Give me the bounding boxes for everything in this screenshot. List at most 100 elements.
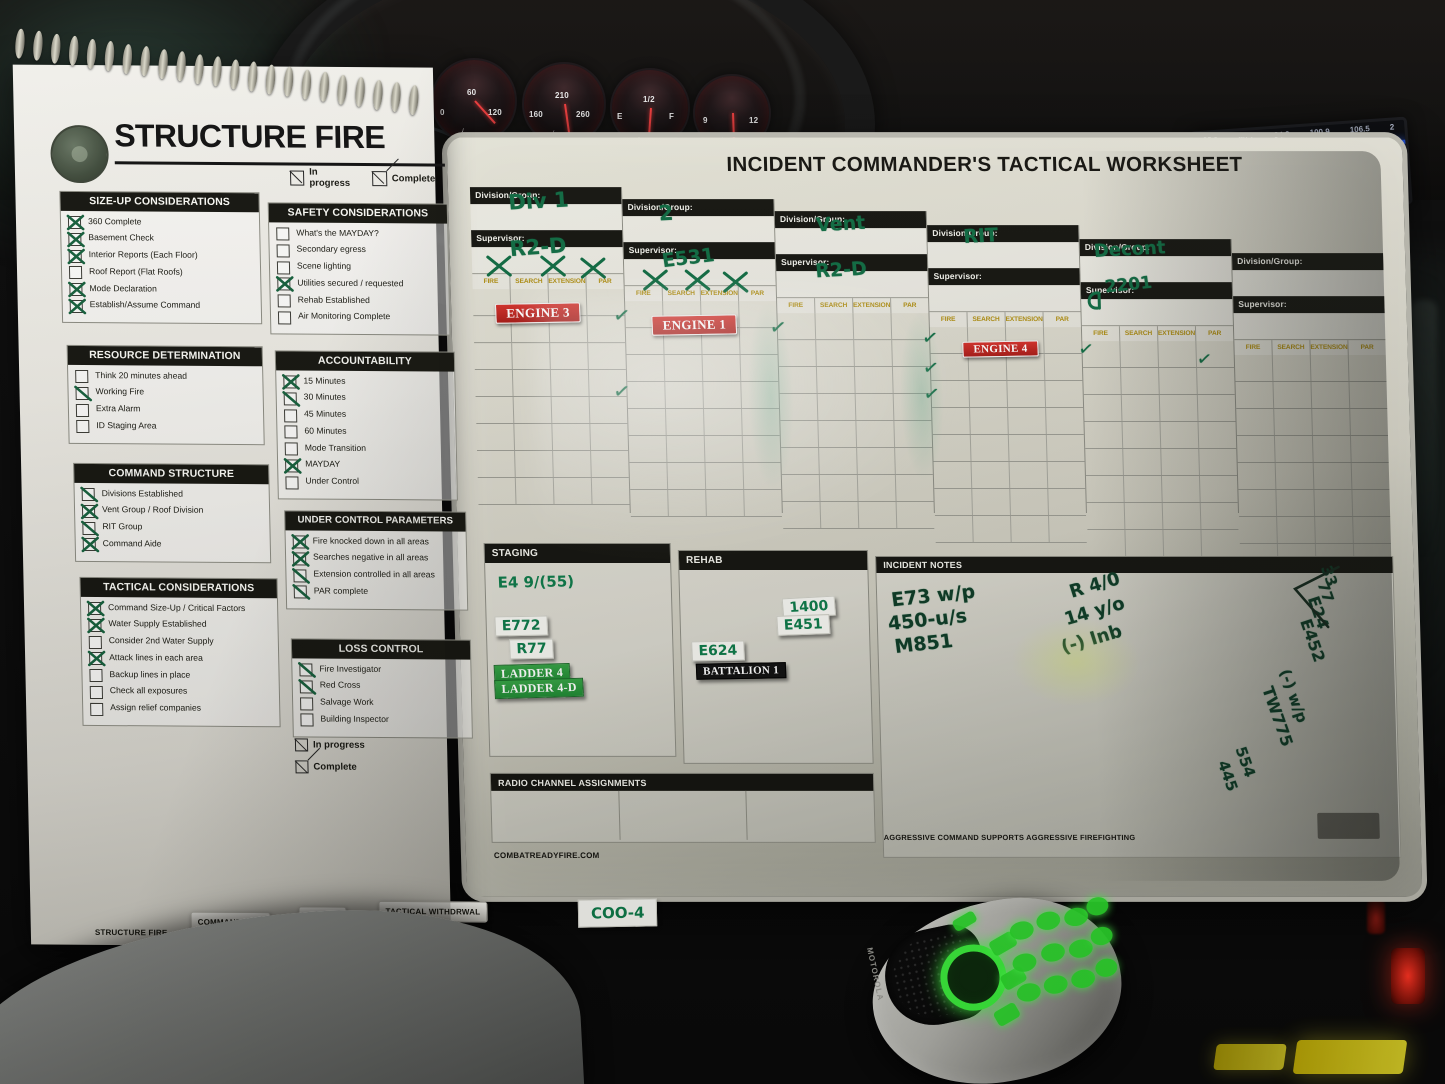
checkbox-icon[interactable] (281, 374, 300, 390)
checkbox-icon[interactable] (80, 520, 99, 536)
division-value-2[interactable] (622, 216, 775, 243)
checkbox-icon[interactable] (89, 669, 103, 683)
checklist-item[interactable]: Assign relief companies (90, 702, 273, 717)
supervisor-value-4[interactable] (928, 285, 1081, 312)
checklist-item[interactable]: ID Staging Area (76, 420, 257, 435)
checklist-item[interactable]: Rehab Established (277, 294, 443, 309)
checkbox-icon[interactable] (276, 227, 290, 241)
division-column-4[interactable]: Division/Group: Supervisor: FIRE SEARCH … (927, 225, 1087, 543)
checkbox-icon[interactable] (291, 534, 310, 550)
checkbox-icon[interactable] (68, 298, 87, 315)
checkbox-icon[interactable] (88, 635, 102, 649)
checklist-item[interactable]: Utilities secured / requested (275, 276, 442, 293)
checkbox-icon[interactable] (74, 385, 93, 402)
checklist-item[interactable]: Roof Report (Flat Roofs) (68, 266, 254, 281)
checklist-item[interactable]: Salvage Work (300, 696, 465, 711)
rehab-magnet-battalion-1[interactable]: BATTALION 1 (695, 662, 787, 680)
checkbox-icon[interactable] (89, 685, 104, 700)
checkbox-icon[interactable] (292, 567, 310, 584)
checkbox-icon[interactable] (300, 696, 314, 711)
checklist-item[interactable]: 15 Minutes (281, 374, 448, 390)
radio-channel-panel[interactable]: RADIO CHANNEL ASSIGNMENTS (489, 772, 876, 843)
division-column-6[interactable]: Division/Group: Supervisor: FIRE SEARCH … (1231, 253, 1392, 571)
checkbox-icon[interactable] (277, 294, 291, 308)
tactical-worksheet-board[interactable]: INCIDENT COMMANDER'S TACTICAL WORKSHEET … (441, 132, 1428, 902)
rehab-magnet-e451[interactable]: E451 (776, 614, 831, 636)
checklist-item[interactable]: Divisions Established (80, 486, 263, 503)
division-value-6[interactable] (1232, 270, 1385, 297)
checklist-item[interactable]: 60 Minutes (284, 425, 449, 440)
checklist-item[interactable]: Searches negative in all areas (291, 550, 460, 567)
checkbox-icon[interactable] (283, 408, 298, 423)
checklist-item[interactable]: PAR complete (292, 584, 461, 601)
radio-channel-cell[interactable] (747, 791, 875, 840)
checklist-item[interactable]: Fire knocked down in all areas (291, 534, 460, 550)
checklist-item[interactable]: Fire Investigator (298, 662, 464, 678)
checkbox-icon[interactable] (66, 214, 85, 231)
checkbox-icon[interactable] (66, 231, 85, 248)
division-rows-6[interactable] (1234, 355, 1392, 571)
checkbox-icon[interactable] (298, 662, 316, 678)
checkbox-icon[interactable] (67, 281, 86, 298)
checkbox-icon[interactable] (76, 420, 90, 434)
checkbox-icon[interactable] (300, 713, 314, 727)
radio-channel-cell[interactable] (491, 790, 621, 840)
supervisor-value-3[interactable] (776, 271, 929, 298)
checkbox-icon[interactable] (291, 550, 310, 567)
checklist-item[interactable]: Command Aide (81, 537, 264, 553)
checkbox-icon[interactable] (75, 403, 90, 417)
checkbox-icon[interactable] (87, 651, 106, 667)
checklist-item[interactable]: 30 Minutes (282, 390, 449, 407)
checkbox-icon[interactable] (285, 476, 299, 490)
staging-magnet-2[interactable]: E772 (494, 615, 549, 637)
checklist-item[interactable]: Extra Alarm (75, 403, 257, 418)
checkbox-icon[interactable] (67, 248, 86, 264)
staging-magnet-1[interactable]: E4 9/(55) (491, 571, 580, 593)
checklist-item[interactable]: Consider 2nd Water Supply (88, 635, 272, 650)
checkbox-icon[interactable] (277, 311, 292, 325)
rehab-panel[interactable]: REHAB 1400 E451 E624 BATTALION 1 (677, 549, 874, 764)
checkbox-icon[interactable] (80, 503, 99, 520)
rehab-magnet-e624[interactable]: E624 (691, 640, 745, 662)
checklist-item[interactable]: Mode Declaration (67, 281, 254, 298)
division-rows-3[interactable] (777, 313, 935, 529)
checkbox-icon[interactable] (68, 266, 83, 280)
checklist-item[interactable]: Think 20 minutes ahead (75, 369, 256, 384)
checkbox-icon[interactable] (80, 486, 99, 503)
checklist-item[interactable]: Scene lighting (276, 260, 442, 275)
checklist-item[interactable]: Air Monitoring Complete (277, 311, 443, 326)
supervisor-value-5[interactable] (1081, 299, 1233, 326)
checklist-item[interactable]: Under Control (285, 476, 450, 491)
checklist-item[interactable]: Secondary egress (276, 244, 442, 259)
checklist-item[interactable]: Extension controlled in all areas (292, 567, 460, 584)
structure-fire-clipboard[interactable]: STRUCTURE FIRE In progress Complete SIZE… (12, 28, 488, 948)
checklist-item[interactable]: Check all exposures (89, 685, 273, 700)
division-column-3[interactable]: Division/Group: Supervisor: FIRE SEARCH … (774, 211, 935, 529)
staging-magnet-ladder-4d[interactable]: LADDER 4-D (494, 677, 585, 700)
checklist-item[interactable]: Mode Transition (284, 442, 450, 457)
division-value-4[interactable] (927, 242, 1080, 269)
checklist-item[interactable]: Water Supply Established (87, 617, 271, 634)
checkbox-icon[interactable] (276, 260, 291, 275)
checkbox-icon[interactable] (283, 458, 302, 474)
staging-magnet-3[interactable]: R77 (508, 638, 555, 660)
division-column-1[interactable]: Division/Group: Supervisor: FIRE SEARCH … (469, 187, 631, 514)
checkbox-icon[interactable] (298, 678, 317, 695)
checkbox-icon[interactable] (275, 276, 294, 293)
unit-tag-engine-3[interactable]: ENGINE 3 (494, 302, 582, 324)
checklist-item[interactable]: What's the MAYDAY? (276, 227, 441, 242)
checklist-item[interactable]: Backup lines in place (89, 669, 272, 684)
staging-panel[interactable]: STAGING E4 9/(55) E772 R77 LADDER 4 LADD… (483, 542, 677, 757)
checkbox-icon[interactable] (284, 442, 298, 456)
checklist-item[interactable]: MAYDAY (283, 458, 450, 474)
checklist-item[interactable]: Working Fire (74, 385, 256, 402)
division-column-2[interactable]: Division/Group: Supervisor: FIRE SEARCH … (622, 199, 783, 517)
supervisor-value-1[interactable] (471, 247, 624, 274)
checklist-item[interactable]: Basement Check (66, 231, 253, 248)
checklist-item[interactable]: Vent Group / Roof Division (80, 503, 263, 520)
checkbox-icon[interactable] (90, 702, 104, 716)
checkbox-icon[interactable] (75, 369, 89, 384)
checkbox-icon[interactable] (292, 584, 311, 601)
division-group-grid[interactable]: Division/Group: Supervisor: FIRE SEARCH … (469, 187, 1392, 571)
checklist-item[interactable]: 360 Complete (66, 214, 253, 231)
